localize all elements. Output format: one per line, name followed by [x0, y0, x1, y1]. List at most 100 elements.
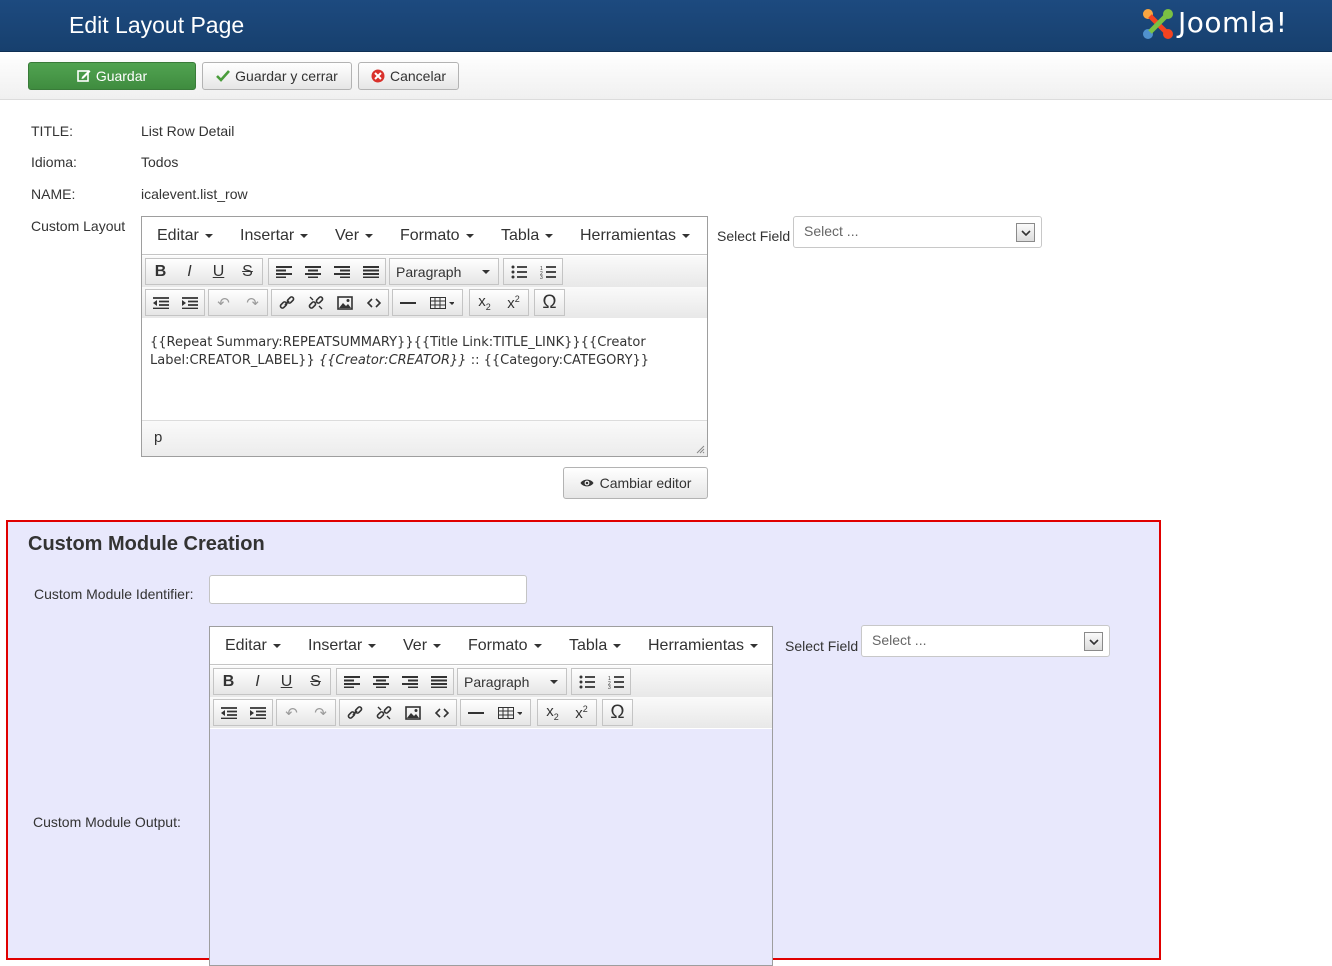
menu-ver[interactable]: Ver	[335, 227, 374, 245]
menu-editar[interactable]: Editar	[157, 227, 213, 245]
undo-icon[interactable]: ↶	[209, 290, 238, 315]
svg-text:3: 3	[608, 685, 611, 689]
indent-group	[145, 289, 205, 316]
redo-icon[interactable]: ↷	[306, 700, 335, 725]
subscript-icon[interactable]: x2	[470, 290, 499, 315]
omega-icon[interactable]: Ω	[535, 290, 564, 315]
content-line-2a: Label:CREATOR_LABEL}}	[150, 353, 319, 368]
save-button-label: Guardar	[95, 68, 148, 84]
module-heading: Custom Module Creation	[28, 533, 265, 555]
align-justify-icon[interactable]	[356, 259, 385, 284]
editor-statusbar: p	[142, 420, 707, 456]
editor-toolbar-row-1: B I U S Paragraph 123	[142, 256, 707, 287]
menu-tabla[interactable]: Tabla	[569, 637, 622, 655]
align-right-icon[interactable]	[395, 669, 424, 694]
toggle-editor-label: Cambiar editor	[599, 475, 692, 491]
undo-icon[interactable]: ↶	[277, 700, 306, 725]
align-center-icon[interactable]	[298, 259, 327, 284]
numbered-list-icon[interactable]: 123	[533, 259, 562, 284]
omega-icon[interactable]: Ω	[603, 700, 632, 725]
outdent-icon[interactable]	[214, 700, 243, 725]
bold-icon[interactable]: B	[214, 669, 243, 694]
horizontal-rule-icon[interactable]	[461, 700, 490, 725]
editor-content[interactable]	[210, 729, 772, 965]
superscript-icon[interactable]: x2	[567, 700, 596, 725]
content-line-1: {{Repeat Summary:REPEATSUMMARY}}{{Title …	[150, 335, 646, 350]
align-right-icon[interactable]	[327, 259, 356, 284]
chevron-down-icon	[1016, 223, 1035, 242]
menu-editar[interactable]: Editar	[225, 637, 281, 655]
bullet-list-icon[interactable]	[572, 669, 601, 694]
menu-insertar[interactable]: Insertar	[308, 637, 377, 655]
name-label: NAME:	[31, 186, 76, 202]
editor-toolbar-row-2: ↶ ↷ x2 x2 Ω	[210, 697, 772, 728]
resize-handle-icon[interactable]	[696, 445, 705, 454]
edit-icon	[77, 70, 91, 82]
align-justify-icon[interactable]	[424, 669, 453, 694]
unlink-icon[interactable]	[301, 290, 330, 315]
italic-icon[interactable]: I	[243, 669, 272, 694]
script-group: x2 x2	[537, 699, 597, 726]
underline-icon[interactable]: U	[272, 669, 301, 694]
redo-icon[interactable]: ↷	[238, 290, 267, 315]
subscript-icon[interactable]: x2	[538, 700, 567, 725]
link-icon[interactable]	[340, 700, 369, 725]
select-field-dropdown[interactable]: Select ...	[793, 216, 1042, 248]
save-close-button[interactable]: Guardar y cerrar	[202, 62, 352, 90]
numbered-list-icon[interactable]: 123	[601, 669, 630, 694]
code-icon[interactable]	[427, 700, 456, 725]
special-char-group: Ω	[602, 699, 633, 726]
unlink-icon[interactable]	[369, 700, 398, 725]
menu-herramientas[interactable]: Herramientas	[648, 637, 759, 655]
script-group: x2 x2	[469, 289, 529, 316]
table-icon[interactable]	[490, 700, 530, 725]
select-field-placeholder: Select ...	[804, 223, 859, 239]
italic-icon[interactable]: I	[175, 259, 204, 284]
text-style-group: B I U S	[213, 668, 331, 695]
align-left-icon[interactable]	[269, 259, 298, 284]
save-button[interactable]: Guardar	[28, 62, 196, 90]
link-icon[interactable]	[272, 290, 301, 315]
align-left-icon[interactable]	[337, 669, 366, 694]
align-group	[336, 668, 454, 695]
menu-formato[interactable]: Formato	[400, 227, 474, 245]
menu-insertar[interactable]: Insertar	[240, 227, 309, 245]
superscript-icon[interactable]: x2	[499, 290, 528, 315]
strikethrough-icon[interactable]: S	[233, 259, 262, 284]
underline-icon[interactable]: U	[204, 259, 233, 284]
align-center-icon[interactable]	[366, 669, 395, 694]
eye-icon	[580, 479, 594, 487]
outdent-icon[interactable]	[146, 290, 175, 315]
menu-tabla[interactable]: Tabla	[501, 227, 554, 245]
svg-text:3: 3	[540, 275, 543, 279]
indent-icon[interactable]	[243, 700, 272, 725]
joomla-logo-icon	[1143, 9, 1173, 39]
strikethrough-icon[interactable]: S	[301, 669, 330, 694]
module-output-label: Custom Module Output:	[33, 814, 181, 830]
format-select[interactable]: Paragraph	[457, 668, 567, 695]
name-value: icalevent.list_row	[141, 186, 248, 202]
menu-herramientas[interactable]: Herramientas	[580, 227, 691, 245]
module-identifier-input[interactable]	[209, 575, 527, 604]
editor-content[interactable]: {{Repeat Summary:REPEATSUMMARY}}{{Title …	[142, 334, 707, 370]
history-group: ↶ ↷	[208, 289, 268, 316]
editor-menubar: Editar Insertar Ver Formato Tabla Herram…	[210, 627, 772, 665]
table-icon[interactable]	[422, 290, 462, 315]
bold-icon[interactable]: B	[146, 259, 175, 284]
element-path[interactable]: p	[154, 429, 162, 446]
horizontal-rule-icon[interactable]	[393, 290, 422, 315]
cancel-circle-icon	[371, 69, 385, 83]
menu-formato[interactable]: Formato	[468, 637, 542, 655]
image-icon[interactable]	[330, 290, 359, 315]
menu-ver[interactable]: Ver	[403, 637, 442, 655]
indent-icon[interactable]	[175, 290, 204, 315]
custom-layout-editor[interactable]: Editar Insertar Ver Formato Tabla Herram…	[141, 216, 708, 457]
image-icon[interactable]	[398, 700, 427, 725]
module-select-field-dropdown[interactable]: Select ...	[861, 625, 1110, 657]
toggle-editor-button[interactable]: Cambiar editor	[563, 467, 708, 499]
format-select[interactable]: Paragraph	[389, 258, 499, 285]
code-icon[interactable]	[359, 290, 388, 315]
module-output-editor[interactable]: Editar Insertar Ver Formato Tabla Herram…	[209, 626, 773, 966]
bullet-list-icon[interactable]	[504, 259, 533, 284]
cancel-button[interactable]: Cancelar	[358, 62, 459, 90]
